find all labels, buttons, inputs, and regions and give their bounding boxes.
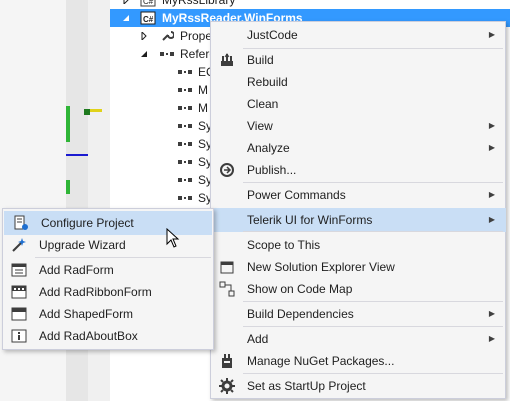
menu-item-label: Add RadAboutBox [39, 329, 138, 343]
menu-item-add[interactable]: Add ▶ [211, 328, 505, 350]
menu-item-label: Power Commands [247, 188, 346, 202]
menu-item-build-dependencies[interactable]: Build Dependencies ▶ [211, 303, 505, 325]
menu-item-label: Set as StartUp Project [247, 379, 366, 393]
tree-item-label: M [198, 101, 208, 115]
caret-marker [66, 154, 88, 156]
warning-marker [90, 109, 102, 112]
menu-item-rebuild[interactable]: Rebuild [211, 71, 505, 93]
code-map-icon [219, 281, 235, 297]
menu-item-view[interactable]: View ▶ [211, 115, 505, 137]
submenu-arrow-icon: ▶ [488, 190, 495, 199]
menu-item-show-on-code-map[interactable]: Show on Code Map [211, 278, 505, 300]
menu-item-clean[interactable]: Clean [211, 93, 505, 115]
publish-icon [220, 163, 234, 177]
menu-item-label: Telerik UI for WinForms [247, 213, 373, 227]
submenu-arrow-icon: ▶ [488, 121, 495, 130]
menu-item-manage-nuget-packages[interactable]: Manage NuGet Packages... [211, 350, 505, 372]
svg-text:C#: C# [143, 0, 154, 6]
ribbon-form-icon [11, 285, 27, 299]
expand-icon[interactable] [140, 32, 148, 40]
menu-item-power-commands[interactable]: Power Commands ▶ [211, 184, 505, 206]
submenu-item-add-radribbonform[interactable]: Add RadRibbonForm [3, 281, 213, 303]
assembly-reference-icon [178, 178, 192, 182]
submenu-item-add-shapedform[interactable]: Add ShapedForm [3, 303, 213, 325]
menu-item-label: Build Dependencies [247, 307, 354, 321]
submenu-arrow-icon: ▶ [488, 309, 495, 318]
menu-item-label: Configure Project [41, 216, 134, 230]
menu-separator [243, 231, 503, 232]
menu-item-label: Rebuild [247, 75, 288, 89]
references-icon [160, 52, 174, 56]
menu-item-label: Add [247, 332, 269, 346]
about-box-icon [11, 329, 27, 343]
tree-item-label: MyRssLibrary [162, 0, 236, 7]
submenu-arrow-icon: ▶ [488, 30, 495, 39]
configure-project-icon [14, 215, 28, 230]
csharp-project-icon: C# [140, 0, 156, 7]
new-window-icon [220, 261, 234, 274]
menu-item-scope-to-this[interactable]: Scope to This [211, 234, 505, 256]
submenu-item-configure-project[interactable]: Configure Project [4, 211, 212, 235]
submenu-item-add-radaboutbox[interactable]: Add RadAboutBox [3, 325, 213, 347]
submenu-item-add-radform[interactable]: Add RadForm [3, 259, 213, 281]
menu-item-label: Show on Code Map [247, 282, 353, 296]
tree-item-library[interactable]: C# MyRssLibrary [110, 0, 510, 9]
assembly-reference-icon [178, 70, 192, 74]
menu-item-set-as-startup-project[interactable]: Set as StartUp Project [211, 375, 505, 397]
change-marker [66, 180, 70, 194]
shaped-form-icon [11, 307, 27, 321]
submenu-arrow-icon: ▶ [488, 334, 495, 343]
assembly-reference-icon [178, 196, 192, 200]
assembly-reference-icon [178, 142, 192, 146]
assembly-reference-icon [178, 160, 192, 164]
build-icon [221, 53, 233, 66]
menu-item-label: Analyze [247, 141, 290, 155]
tree-item-label: M [198, 83, 208, 97]
wrench-icon [162, 31, 174, 41]
menu-item-label: New Solution Explorer View [247, 260, 395, 274]
nuget-icon [222, 354, 232, 368]
submenu-arrow-icon: ▶ [488, 143, 495, 152]
menu-item-label: View [247, 119, 273, 133]
csharp-project-icon: C# [140, 11, 156, 25]
menu-item-telerik-ui-for-winforms[interactable]: Telerik UI for WinForms ▶ [210, 208, 506, 232]
collapse-icon[interactable] [140, 50, 148, 58]
menu-separator [35, 257, 211, 258]
menu-item-label: Clean [247, 97, 279, 111]
assembly-reference-icon [178, 88, 192, 92]
menu-item-label: JustCode [247, 28, 298, 42]
expand-icon[interactable] [122, 0, 130, 4]
menu-item-new-solution-explorer-view[interactable]: New Solution Explorer View [211, 256, 505, 278]
menu-separator [243, 373, 503, 374]
svg-text:C#: C# [143, 15, 154, 24]
menu-separator [243, 301, 503, 302]
submenu-arrow-icon: ▶ [488, 215, 495, 224]
menu-item-build[interactable]: Build [211, 49, 505, 71]
assembly-reference-icon [178, 106, 192, 110]
gear-icon [219, 378, 235, 394]
tree-item-label: Prope [180, 29, 213, 43]
menu-item-label: Add RadForm [39, 263, 114, 277]
mouse-cursor-icon [166, 228, 180, 248]
menu-item-justcode[interactable]: JustCode ▶ [211, 24, 505, 46]
change-marker [66, 106, 70, 142]
menu-separator [243, 182, 503, 183]
wand-icon [12, 238, 26, 252]
project-context-menu: JustCode ▶ Build Rebuild Clean View ▶ An… [210, 21, 506, 399]
collapse-icon[interactable] [122, 14, 130, 22]
menu-item-label: Upgrade Wizard [39, 238, 126, 252]
menu-item-label: Scope to This [247, 238, 321, 252]
menu-separator [243, 326, 503, 327]
menu-item-label: Add ShapedForm [39, 307, 134, 321]
submenu-item-upgrade-wizard[interactable]: Upgrade Wizard [3, 234, 213, 256]
telerik-submenu: Configure Project Upgrade Wizard Add Rad… [2, 208, 214, 350]
assembly-reference-icon [178, 124, 192, 128]
form-icon [11, 263, 27, 277]
menu-item-label: Manage NuGet Packages... [247, 354, 395, 368]
menu-item-publish[interactable]: Publish... [211, 159, 505, 181]
menu-item-label: Publish... [247, 163, 297, 177]
menu-item-label: Build [247, 53, 274, 67]
menu-item-label: Add RadRibbonForm [39, 285, 152, 299]
menu-item-analyze[interactable]: Analyze ▶ [211, 137, 505, 159]
